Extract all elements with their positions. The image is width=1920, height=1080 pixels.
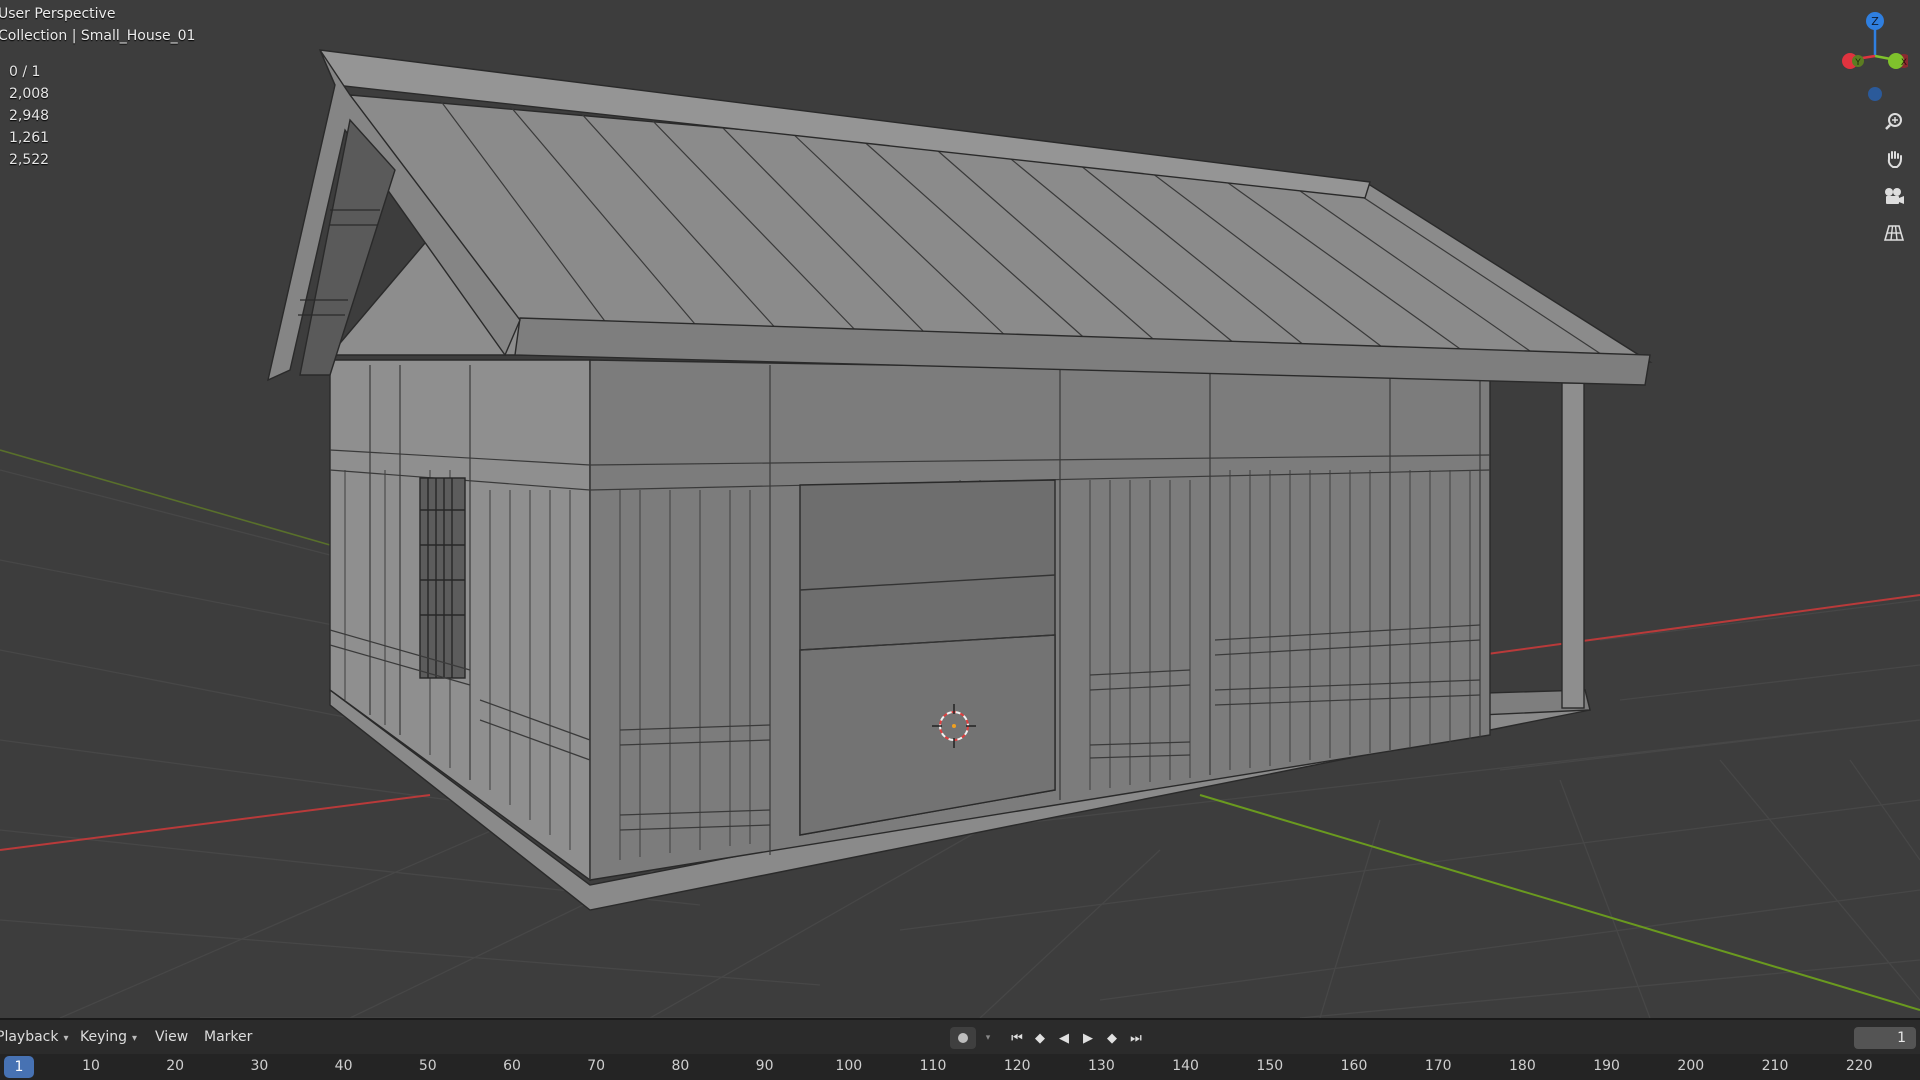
play-reverse-icon[interactable]: ◀	[1054, 1028, 1074, 1048]
ruler-tick-label: 100	[835, 1058, 863, 1074]
ruler-tick-label: 190	[1593, 1058, 1620, 1074]
ruler-tick-label: 180	[1509, 1058, 1536, 1074]
marker-menu[interactable]: Marker	[204, 1029, 252, 1045]
timeline-header: Playback ▾ Keying ▾ View Marker ▾ ⏮ ◆ ◀ ▶ …	[0, 1018, 1920, 1056]
jump-to-end-icon[interactable]: ⏭	[1126, 1028, 1146, 1048]
playback-menu-label: Playback	[0, 1029, 59, 1045]
ruler-tick-label: 220	[1845, 1058, 1873, 1074]
ruler-tick-label: 110	[919, 1058, 947, 1074]
ruler-tick-label: 60	[503, 1058, 521, 1074]
ruler-tick-label: 150	[1256, 1058, 1284, 1074]
3d-viewport[interactable]: User Perspective Collection | Small_Hous…	[0, 0, 1920, 1018]
navigation-gizmo[interactable]: Z Y X	[1828, 6, 1908, 106]
grid-perspective-icon[interactable]	[1880, 219, 1908, 247]
stat-triangles: 2,522	[9, 152, 50, 168]
gizmo-z-label: Z	[1871, 15, 1879, 28]
zoom-icon[interactable]	[1880, 108, 1908, 136]
playback-menu[interactable]: Playback ▾	[0, 1029, 69, 1045]
jump-to-start-icon[interactable]: ⏮	[1007, 1028, 1027, 1048]
current-frame-indicator[interactable]: 1	[4, 1056, 34, 1078]
current-frame-field[interactable]: 1	[1854, 1027, 1916, 1049]
gizmo-neg-z-axis[interactable]	[1868, 87, 1882, 101]
ruler-tick-label: 140	[1172, 1058, 1199, 1074]
house-model[interactable]	[267, 49, 1653, 911]
x-axis-line-right	[1479, 594, 1920, 656]
y-axis-line	[1199, 794, 1920, 1011]
stat-faces: 1,261	[9, 130, 50, 146]
hand-pan-icon[interactable]	[1880, 145, 1908, 173]
view-name-label: User Perspective	[0, 6, 116, 22]
ruler-tick-label: 30	[250, 1058, 269, 1074]
ruler-tick-label: 120	[1003, 1058, 1031, 1074]
ruler-tick-label: 210	[1761, 1058, 1789, 1074]
play-icon[interactable]: ▶	[1078, 1028, 1098, 1048]
view-menu[interactable]: View	[155, 1029, 188, 1045]
scene-statistics: 0 / 1 2,008 2,948 1,261 2,522	[9, 61, 49, 171]
record-icon	[958, 1033, 968, 1043]
gizmo-x-label: X	[1901, 58, 1907, 68]
chevron-down-icon: ▾	[132, 1033, 138, 1044]
ruler-tick-label: 10	[82, 1058, 100, 1074]
y-axis-line-far	[0, 449, 331, 546]
scene-canvas[interactable]	[0, 0, 1920, 1018]
auto-keying-button[interactable]	[950, 1027, 976, 1049]
next-keyframe-icon[interactable]: ◆	[1102, 1028, 1122, 1048]
stat-edges: 2,948	[9, 108, 50, 124]
ruler-tick-label: 20	[166, 1058, 185, 1074]
camera-icon[interactable]	[1880, 182, 1908, 210]
ruler-tick-label: 160	[1340, 1058, 1368, 1074]
x-axis-line	[0, 794, 431, 851]
ruler-tick-label: 80	[671, 1058, 690, 1074]
ruler-tick-label: 170	[1424, 1058, 1452, 1074]
gizmo-y-label: Y	[1854, 58, 1861, 68]
ruler-tick-label: 130	[1088, 1058, 1115, 1074]
collection-label: Collection | Small_House_01	[0, 28, 196, 44]
ruler-tick-label: 40	[334, 1058, 353, 1074]
keying-menu-label: Keying	[80, 1029, 128, 1045]
ruler-tick-label: 50	[418, 1058, 437, 1074]
stat-objects: 0 / 1	[9, 64, 41, 80]
ruler-tick-label: 90	[755, 1058, 774, 1074]
chevron-down-icon[interactable]: ▾	[978, 1028, 998, 1048]
previous-keyframe-icon[interactable]: ◆	[1030, 1028, 1050, 1048]
timeline-ruler[interactable]: 1 10 20 30 40 50 60 70 80 90 100 110 120 130 140 150 16…	[0, 1054, 1920, 1080]
chevron-down-icon: ▾	[63, 1033, 69, 1044]
ruler-tick-label: 70	[587, 1058, 606, 1074]
stat-vertices: 2,008	[9, 86, 50, 102]
keying-menu[interactable]: Keying ▾	[80, 1029, 137, 1045]
ruler-tick-label: 200	[1677, 1058, 1705, 1074]
